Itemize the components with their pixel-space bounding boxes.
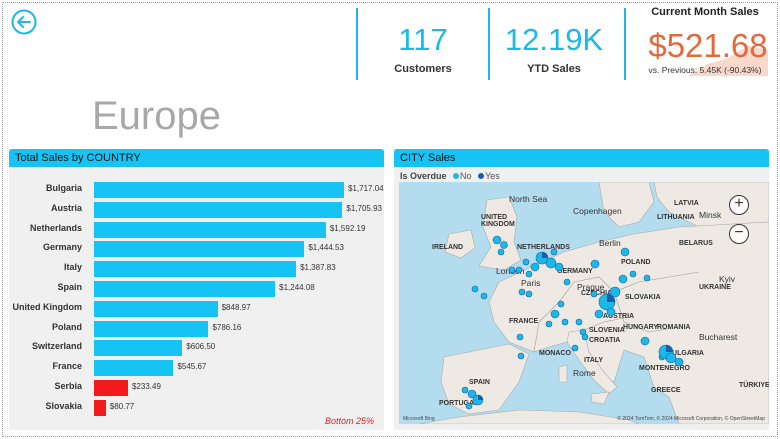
sales-by-country-panel[interactable]: Total Sales by COUNTRY Bulgaria $1,717.04… (9, 149, 384, 430)
bar-row[interactable]: Poland $786.16 (9, 319, 384, 339)
bar-category-label: Austria (50, 202, 82, 213)
bar-row[interactable]: Switzerland $606.50 (9, 338, 384, 358)
bar-category-label: Serbia (54, 381, 82, 391)
bar-value-label: $1,387.83 (300, 263, 336, 273)
bing-logo: Microsoft Bing (403, 416, 435, 422)
bar-value-label: $1,705.93 (346, 203, 382, 213)
bar-row[interactable]: Spain $1,244.08 (9, 279, 384, 299)
bar[interactable] (94, 399, 106, 416)
bar-category-label: Slovakia (45, 400, 82, 411)
ytd-sales-value: 12.19K (504, 22, 604, 57)
bar-value-label: $1,244.08 (279, 283, 315, 292)
bar-row[interactable]: Germany $1,444.53 (9, 239, 384, 259)
legend-no-swatch (453, 173, 460, 179)
bottom-note: Bottom 25% (324, 416, 374, 426)
bar-row[interactable]: Italy $1,387.83 (9, 259, 384, 279)
bar-row[interactable]: United Kingdom $848.97 (9, 299, 384, 319)
bar-category-label: Switzerland (31, 341, 82, 352)
zoom-out-button[interactable]: − (729, 224, 749, 244)
zoom-in-button[interactable]: + (729, 195, 749, 215)
map-credit: © 2024 TomTom, © 2024 Microsoft Corporat… (617, 416, 765, 422)
bar[interactable] (94, 201, 343, 218)
bar-value-label: $606.50 (186, 342, 216, 352)
current-month-comparison: vs. Previous: 5.45K (-90.43%) (648, 65, 762, 75)
bar-category-label: Netherlands (29, 222, 82, 233)
legend-title: Is Overdue (400, 171, 447, 181)
bar[interactable] (94, 281, 276, 297)
bar-value-label: $80.77 (109, 401, 135, 411)
bar-row[interactable]: Netherlands $1,592.19 (9, 220, 384, 240)
customers-label: Customers (394, 63, 452, 75)
back-arrow-icon[interactable] (11, 9, 37, 35)
bar[interactable] (94, 360, 174, 377)
bar-row[interactable]: Slovakia $80.77 (9, 398, 384, 418)
bar-row[interactable]: Bulgaria $1,717.04 (9, 180, 384, 200)
bar-category-label: Germany (42, 242, 82, 253)
bar-value-label: $848.97 (221, 302, 251, 312)
bar[interactable] (94, 380, 128, 396)
map-legend: Is Overdue No Yes (400, 171, 500, 181)
bar[interactable] (94, 241, 305, 258)
current-month-title: Current Month Sales (651, 6, 759, 18)
bar-value-label: $1,592.19 (329, 223, 366, 233)
city-sales-bubbles (461, 235, 684, 410)
region-title: Europe (92, 94, 221, 138)
city-sales-panel[interactable]: CITY Sales Is Overdue No Yes UNITED KING… (394, 149, 769, 430)
bar[interactable] (94, 261, 297, 278)
legend-yes-swatch (478, 173, 485, 179)
bar-row[interactable]: France $545.67 (9, 358, 384, 378)
bar[interactable] (94, 300, 218, 317)
sales-panel-title: Total Sales by COUNTRY (9, 149, 384, 167)
bar[interactable] (94, 340, 183, 357)
bar-value-label: $1,444.53 (308, 243, 344, 253)
legend-yes-label: Yes (485, 171, 500, 181)
kpi-divider (488, 8, 490, 80)
bar[interactable] (94, 221, 326, 238)
bar-category-label: Poland (51, 321, 82, 332)
bar-category-label: Bulgaria (45, 183, 82, 193)
bar-category-label: France (52, 361, 82, 372)
europe-map[interactable]: UNITED KINGDOM IRELAND NETHERLANDS GERMAN… (399, 182, 769, 424)
kpi-divider (624, 8, 626, 80)
bar-value-label: $1,717.04 (348, 184, 384, 193)
bar-value-label: $233.49 (131, 382, 161, 391)
bar[interactable] (94, 320, 209, 337)
customers-value: 117 (398, 22, 448, 57)
ytd-sales-label: YTD Sales (527, 63, 581, 75)
current-month-value: $521.68 (648, 27, 768, 64)
bar-category-label: United Kingdom (12, 301, 83, 312)
bar-category-label: Italy (63, 262, 82, 273)
bar-value-label: $786.16 (212, 322, 242, 332)
bar-row[interactable]: Austria $1,705.93 (9, 200, 384, 220)
bar[interactable] (94, 182, 344, 198)
bar-category-label: Spain (57, 282, 82, 292)
map-panel-title: CITY Sales (394, 149, 769, 167)
bar-row[interactable]: Serbia $233.49 (9, 378, 384, 398)
bar-value-label: $545.67 (177, 362, 207, 372)
legend-no-label: No (460, 171, 472, 181)
kpi-divider (356, 8, 358, 80)
